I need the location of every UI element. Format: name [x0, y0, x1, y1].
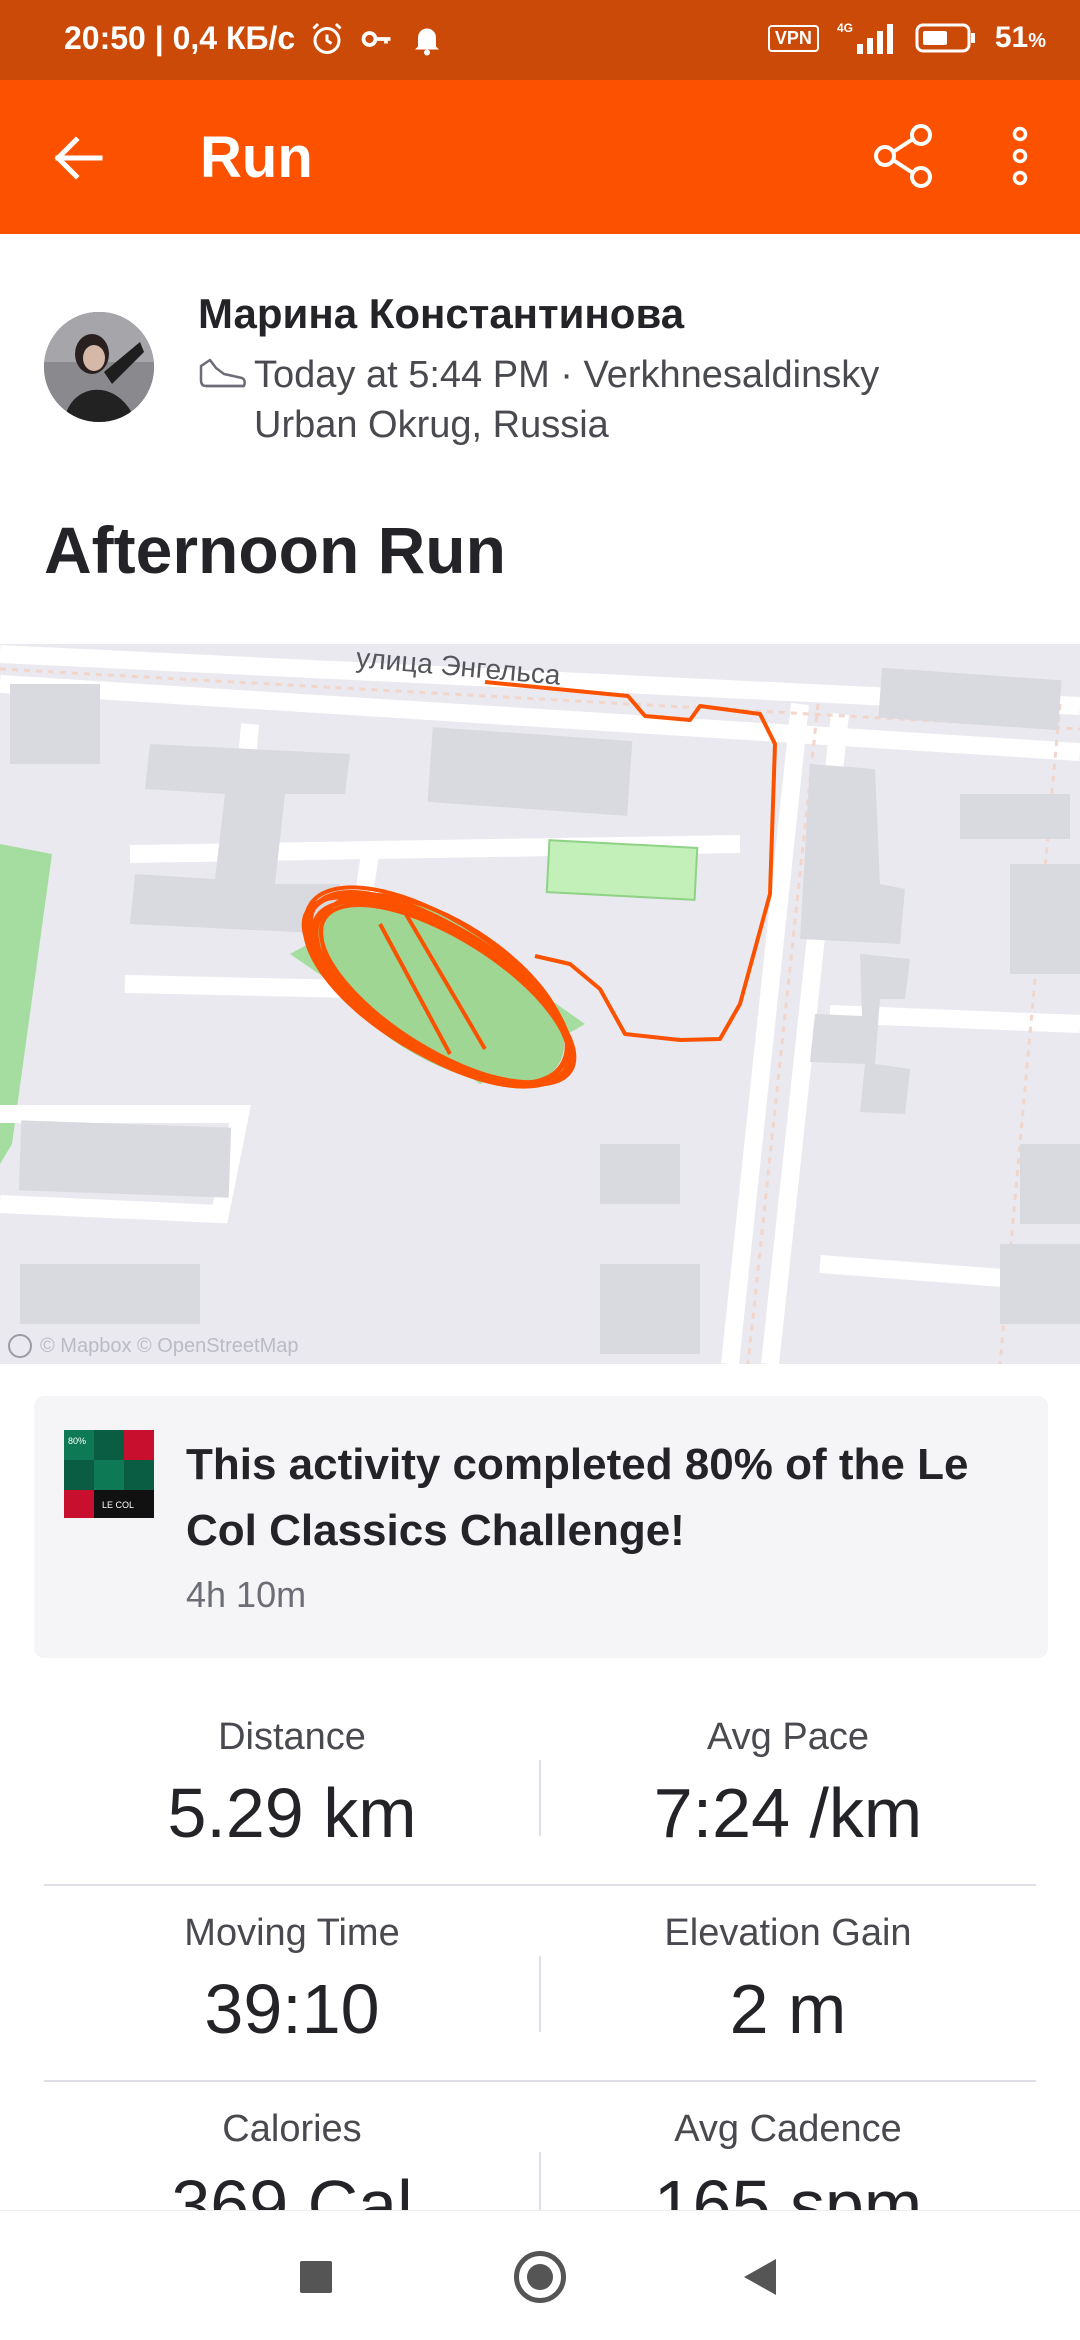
stat-value: 5.29 km	[167, 1774, 417, 1852]
stat-label: Elevation Gain	[664, 1912, 912, 1954]
page-title: Run	[200, 125, 313, 190]
stat-label: Calories	[222, 2108, 362, 2150]
stat-value: 7:24 /km	[653, 1774, 923, 1852]
stat-value: 39:10	[204, 1970, 380, 2048]
status-right: VPN 4G 51%	[767, 20, 1046, 56]
stat-label: Avg Pace	[707, 1716, 869, 1758]
challenge-badge: 80% LE COL	[64, 1430, 154, 1518]
activity-meta: Today at 5:44 PM · Verkhnesaldinsky Urba…	[198, 354, 1018, 450]
arrow-left-icon	[54, 136, 103, 180]
challenge-text: This activity completed 80% of the Le Co…	[186, 1440, 969, 1555]
status-bar: 20:50 | 0,4 КБ/с VPN 4G 51%	[0, 0, 1080, 80]
stat-elevation-gain: Elevation Gain 2 m	[540, 1886, 1036, 2049]
athlete-avatar[interactable]	[44, 312, 154, 422]
status-time: 20:50 | 0,4 КБ/с	[64, 20, 296, 56]
activity-stats: Distance 5.29 km Avg Pace 7:24 /km Movin…	[44, 1690, 1036, 2278]
le-col-badge-icon: 80% LE COL	[64, 1430, 154, 1518]
stat-row: Distance 5.29 km Avg Pace 7:24 /km	[44, 1690, 1036, 1886]
avatar-photo	[44, 312, 154, 422]
recent-apps-button[interactable]	[300, 2261, 332, 2293]
back-button[interactable]	[40, 120, 116, 196]
badge-percent: 80%	[68, 1436, 86, 1446]
system-nav-bar	[0, 2210, 1080, 2340]
battery-percent: 51%	[994, 21, 1046, 54]
signal-icon: 4G	[837, 21, 893, 54]
home-button[interactable]	[514, 2251, 566, 2303]
map-canvas: улица Энгельса	[0, 644, 1080, 1364]
share-icon	[874, 124, 932, 188]
activity-location-line: Urban Okrug, Russia	[254, 404, 609, 446]
share-button[interactable]	[864, 116, 944, 196]
activity-title: Afternoon Run	[44, 513, 506, 587]
more-vertical-icon	[1012, 126, 1028, 186]
app-bar: Run	[0, 80, 1080, 234]
battery-icon	[915, 23, 975, 53]
stat-label: Moving Time	[184, 1912, 400, 1954]
notification-bell-icon	[415, 28, 440, 55]
more-options-button[interactable]	[990, 116, 1050, 196]
stat-distance: Distance 5.29 km	[44, 1690, 540, 1853]
status-left: 20:50 | 0,4 КБ/с	[64, 20, 445, 57]
stat-avg-pace: Avg Pace 7:24 /km	[540, 1690, 1036, 1853]
stat-label: Avg Cadence	[674, 2108, 902, 2150]
route-map[interactable]: улица Энгельса © Mapbox © OpenStreetMap	[0, 644, 1080, 1364]
stat-value: 2 m	[729, 1970, 847, 2048]
challenge-card[interactable]: 80% LE COL This activity completed 80% o…	[34, 1396, 1048, 1658]
challenge-time-ago: 4h 10m	[186, 1574, 307, 1615]
stat-moving-time: Moving Time 39:10	[44, 1886, 540, 2049]
key-icon	[361, 30, 391, 47]
stat-row: Moving Time 39:10 Elevation Gain 2 m	[44, 1886, 1036, 2082]
map-attribution-text: © Mapbox © OpenStreetMap	[40, 1334, 299, 1357]
vpn-badge: VPN	[767, 24, 819, 52]
alarm-icon	[312, 22, 342, 54]
athlete-name[interactable]: Марина Константинова	[198, 290, 684, 338]
activity-date-location: Today at 5:44 PM · Verkhnesaldinsky Urba…	[254, 350, 879, 450]
system-back-button[interactable]	[744, 2259, 776, 2295]
badge-brand: LE COL	[102, 1500, 134, 1510]
shoe-icon	[199, 358, 246, 388]
activity-date-line: Today at 5:44 PM · Verkhnesaldinsky	[254, 354, 880, 396]
mapbox-logo-icon	[8, 1334, 32, 1358]
stat-label: Distance	[218, 1716, 366, 1758]
home-circle-icon	[527, 2264, 553, 2290]
map-attribution[interactable]: © Mapbox © OpenStreetMap	[8, 1334, 299, 1358]
network-label: 4G	[837, 21, 853, 35]
